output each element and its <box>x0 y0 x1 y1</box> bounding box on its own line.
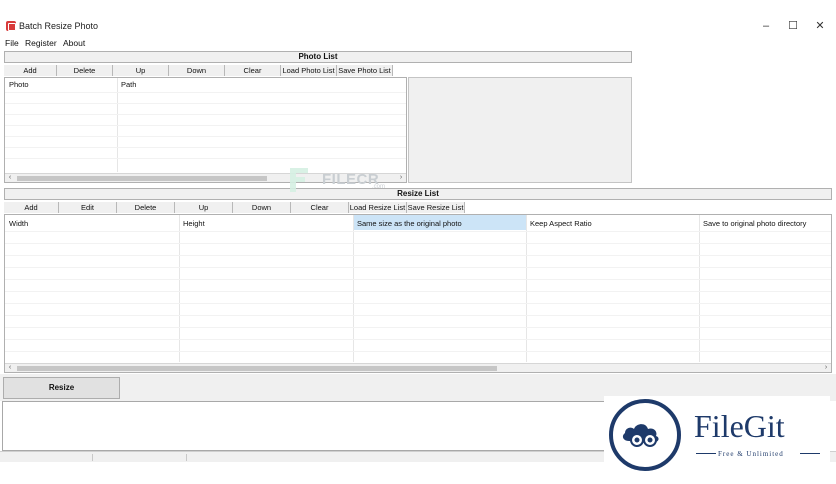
photo-preview-area <box>408 77 632 183</box>
resize-edit-button[interactable]: Edit <box>59 202 117 213</box>
tagline-divider <box>696 453 716 454</box>
scroll-right-icon[interactable]: › <box>397 174 405 182</box>
scroll-left-icon[interactable]: ‹ <box>6 364 14 372</box>
filegit-name: FileGit <box>694 408 785 444</box>
resize-list-scrollbar[interactable]: ‹ › <box>5 363 831 372</box>
photo-up-button[interactable]: Up <box>113 65 169 76</box>
log-output[interactable] <box>2 401 606 451</box>
photo-down-button[interactable]: Down <box>169 65 225 76</box>
load-resize-list-button[interactable]: Load Resize List <box>349 202 407 213</box>
filegit-logo <box>609 399 681 471</box>
window-title: Batch Resize Photo <box>19 21 99 31</box>
row-divider <box>5 279 831 280</box>
resize-clear-button[interactable]: Clear <box>291 202 349 213</box>
width-column-header[interactable]: Width <box>9 219 28 228</box>
filecr-text: FILECR <box>322 171 380 188</box>
resize-list-table[interactable]: Width Height Same size as the original p… <box>4 214 832 373</box>
scroll-thumb[interactable] <box>17 366 497 371</box>
save-original-column-header[interactable]: Save to original photo directory <box>703 219 806 228</box>
minimize-button[interactable]: – <box>752 18 780 34</box>
row-divider <box>5 136 406 137</box>
row-divider <box>5 327 831 328</box>
resize-add-button[interactable]: Add <box>4 202 59 213</box>
filegit-watermark: FileGit Free & Unlimited <box>604 396 830 476</box>
resize-list-header: Resize List <box>4 188 832 200</box>
same-size-column-header[interactable]: Same size as the original photo <box>357 219 462 228</box>
maximize-button[interactable]: ☐ <box>779 18 807 34</box>
row-divider <box>5 339 831 340</box>
save-resize-list-button[interactable]: Save Resize List <box>407 202 465 213</box>
resize-up-button[interactable]: Up <box>175 202 233 213</box>
row-divider <box>5 255 831 256</box>
photo-list-table[interactable]: Photo Path ‹ › <box>4 77 407 183</box>
photo-list-header: Photo List <box>4 51 632 63</box>
path-column-header[interactable]: Path <box>121 80 136 89</box>
row-divider <box>5 125 406 126</box>
title-bar: Batch Resize Photo – ☐ ✕ <box>0 15 836 37</box>
resize-delete-button[interactable]: Delete <box>117 202 175 213</box>
resize-button[interactable]: Resize <box>3 377 120 399</box>
resize-list-title: Resize List <box>397 189 439 198</box>
row-divider <box>5 147 406 148</box>
row-divider <box>5 303 831 304</box>
status-divider <box>92 454 93 461</box>
row-divider <box>5 103 406 104</box>
load-photo-list-button[interactable]: Load Photo List <box>281 65 337 76</box>
menu-file[interactable]: File <box>5 38 19 48</box>
photo-add-button[interactable]: Add <box>4 65 57 76</box>
resize-down-button[interactable]: Down <box>233 202 291 213</box>
photo-delete-button[interactable]: Delete <box>57 65 113 76</box>
scroll-thumb[interactable] <box>17 176 267 181</box>
photo-toolbar: Add Delete Up Down Clear Load Photo List… <box>4 65 393 76</box>
row-divider <box>5 158 406 159</box>
menu-about[interactable]: About <box>63 38 85 48</box>
row-divider <box>5 291 831 292</box>
photo-clear-button[interactable]: Clear <box>225 65 281 76</box>
row-divider <box>5 114 406 115</box>
tagline-divider <box>800 453 820 454</box>
row-divider <box>5 351 831 352</box>
row-divider <box>5 315 831 316</box>
filecr-domain: .com <box>372 184 386 190</box>
menu-bar: File Register About <box>0 37 836 49</box>
app-icon <box>6 21 16 31</box>
filegit-tagline: Free & Unlimited <box>718 450 784 458</box>
save-photo-list-button[interactable]: Save Photo List <box>337 65 393 76</box>
height-column-header[interactable]: Height <box>183 219 205 228</box>
keep-aspect-column-header[interactable]: Keep Aspect Ratio <box>530 219 592 228</box>
row-divider <box>5 231 831 232</box>
photo-column-header[interactable]: Photo <box>9 80 29 89</box>
close-button[interactable]: ✕ <box>806 18 834 34</box>
resize-toolbar: Add Edit Delete Up Down Clear Load Resiz… <box>4 202 465 213</box>
row-divider <box>5 243 831 244</box>
scroll-right-icon[interactable]: › <box>822 364 830 372</box>
row-divider <box>5 92 406 93</box>
row-divider <box>5 267 831 268</box>
status-divider <box>186 454 187 461</box>
filecr-logo-icon <box>290 168 308 192</box>
menu-register[interactable]: Register <box>25 38 57 48</box>
scroll-left-icon[interactable]: ‹ <box>6 174 14 182</box>
photo-list-title: Photo List <box>298 52 338 61</box>
cloud-icon <box>622 424 659 447</box>
